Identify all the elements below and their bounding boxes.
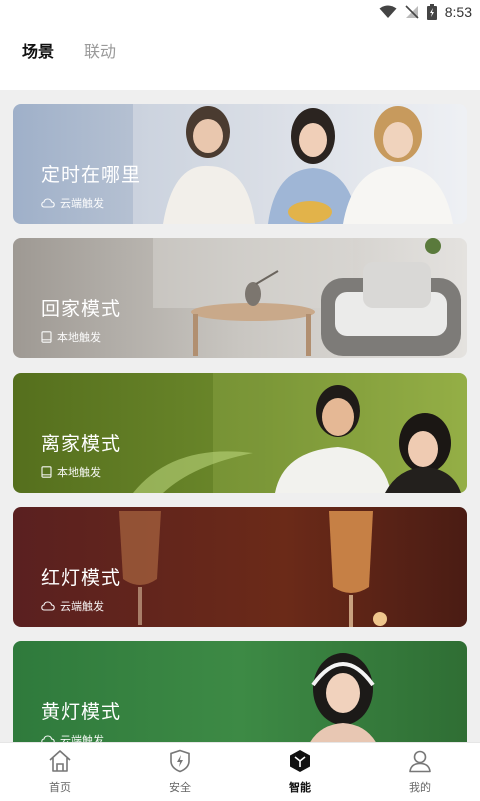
- status-icons: 8:53: [379, 2, 472, 22]
- scene-trigger: 本地触发: [41, 329, 101, 345]
- bottom-nav: 首页 安全 智能 我的: [0, 742, 480, 801]
- scene-card-away[interactable]: 离家模式 本地触发: [13, 373, 467, 493]
- scene-trigger-label: 云端触发: [60, 600, 104, 613]
- scene-trigger: 云端触发: [41, 195, 104, 211]
- tablet-icon: [41, 331, 52, 343]
- nav-home[interactable]: 首页: [30, 749, 90, 799]
- nav-label: 安全: [169, 781, 191, 794]
- scene-trigger: 本地触发: [41, 464, 101, 480]
- status-time: 8:53: [444, 4, 472, 20]
- status-bar: 8:53: [0, 0, 480, 24]
- scene-card-yellow-light[interactable]: 黄灯模式 云端触发: [13, 641, 467, 742]
- battery-icon: [426, 4, 437, 20]
- scene-card-timer[interactable]: 定时在哪里 云端触发: [13, 104, 467, 224]
- top-tabs: 场景 联动: [0, 24, 480, 97]
- shield-icon: [167, 749, 193, 777]
- scene-trigger: 云端触发: [41, 732, 104, 742]
- wifi-icon: [379, 5, 397, 19]
- scene-trigger-label: 云端触发: [60, 197, 104, 210]
- tab-scenes[interactable]: 场景: [22, 38, 54, 62]
- scene-trigger-label: 本地触发: [57, 466, 101, 479]
- cloud-icon: [41, 601, 55, 611]
- tablet-icon: [41, 466, 52, 478]
- scene-card-home[interactable]: 回家模式 本地触发: [13, 238, 467, 358]
- nav-label: 智能: [289, 781, 311, 794]
- nav-label: 首页: [49, 781, 71, 794]
- nav-label: 我的: [409, 781, 431, 794]
- scene-title: 回家模式: [41, 298, 122, 320]
- no-signal-icon: [405, 5, 419, 19]
- scene-trigger-label: 云端触发: [60, 734, 104, 742]
- scene-trigger: 云端触发: [41, 598, 104, 614]
- scene-title: 黄灯模式: [41, 701, 122, 723]
- scene-title: 定时在哪里: [41, 164, 142, 186]
- tab-linkage[interactable]: 联动: [84, 38, 116, 62]
- home-icon: [47, 749, 73, 777]
- cloud-icon: [41, 735, 55, 742]
- scene-title: 离家模式: [41, 433, 122, 455]
- cube-icon: [287, 749, 313, 777]
- user-icon: [407, 749, 433, 777]
- nav-profile[interactable]: 我的: [390, 749, 450, 799]
- cloud-icon: [41, 198, 55, 208]
- scene-trigger-label: 本地触发: [57, 331, 101, 344]
- scene-list[interactable]: 定时在哪里 云端触发 回家模式 本地触发 离家模式 本地触发 红灯模式 云端触发…: [0, 90, 480, 742]
- scene-card-red-light[interactable]: 红灯模式 云端触发: [13, 507, 467, 627]
- nav-smart[interactable]: 智能: [270, 749, 330, 799]
- scene-card-image: [13, 641, 467, 742]
- nav-security[interactable]: 安全: [150, 749, 210, 799]
- scene-title: 红灯模式: [41, 567, 122, 589]
